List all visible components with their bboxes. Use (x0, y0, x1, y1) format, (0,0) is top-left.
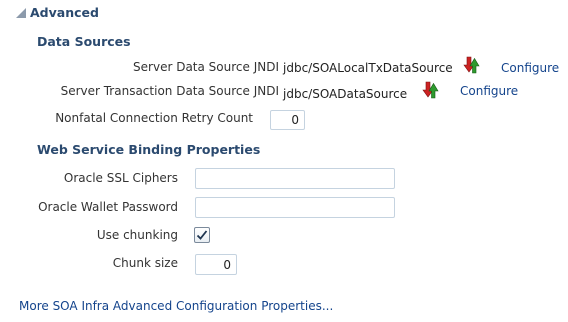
ssl-ciphers-input[interactable] (195, 168, 395, 189)
retry-count-label: Nonfatal Connection Retry Count (55, 111, 253, 125)
server-ds-jndi-value: jdbc/SOALocalTxDataSource (283, 61, 453, 75)
configure-server-ds-link[interactable]: Configure (501, 61, 559, 75)
test-connection-icon[interactable] (463, 56, 481, 74)
collapse-triangle-icon[interactable] (16, 7, 26, 18)
check-mark-icon (196, 230, 208, 240)
use-chunking-checkbox[interactable] (194, 227, 210, 243)
ws-binding-heading: Web Service Binding Properties (37, 142, 261, 157)
retry-count-input[interactable] (270, 110, 305, 130)
server-ds-jndi-label: Server Data Source JNDI (133, 60, 279, 74)
more-advanced-properties-link[interactable]: More SOA Infra Advanced Configuration Pr… (19, 299, 333, 313)
ssl-ciphers-label: Oracle SSL Ciphers (63, 171, 178, 185)
use-chunking-label: Use chunking (96, 228, 178, 242)
test-connection-icon[interactable] (422, 81, 440, 99)
configure-server-tx-ds-link[interactable]: Configure (460, 84, 518, 98)
chunk-size-input[interactable] (195, 254, 237, 275)
server-tx-ds-jndi-value: jdbc/SOADataSource (283, 87, 408, 101)
section-title: Advanced (30, 4, 99, 20)
wallet-password-input[interactable] (195, 197, 395, 218)
chunk-size-label: Chunk size (112, 256, 178, 270)
server-tx-ds-jndi-label: Server Transaction Data Source JNDI (60, 84, 279, 98)
advanced-section-toggle[interactable]: Advanced (16, 3, 99, 21)
wallet-password-label: Oracle Wallet Password (38, 200, 178, 214)
data-sources-heading: Data Sources (37, 34, 131, 49)
